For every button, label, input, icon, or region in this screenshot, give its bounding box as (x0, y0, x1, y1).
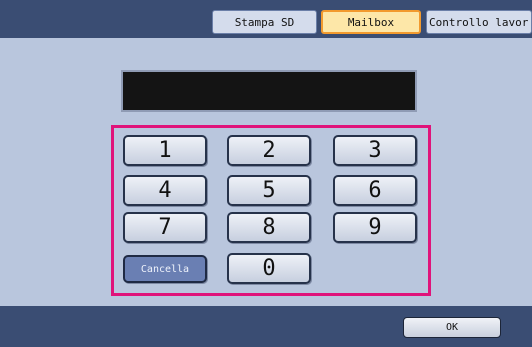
key-3[interactable]: 3 (333, 135, 417, 166)
ok-button[interactable]: OK (403, 317, 501, 338)
tab-controllo-lavori[interactable]: Controllo lavor (426, 10, 532, 34)
key-4[interactable]: 4 (123, 175, 207, 206)
key-8[interactable]: 8 (227, 212, 311, 243)
tab-stampa-sd[interactable]: Stampa SD (212, 10, 317, 34)
key-1[interactable]: 1 (123, 135, 207, 166)
key-2[interactable]: 2 (227, 135, 311, 166)
number-display (121, 70, 417, 112)
tab-mailbox[interactable]: Mailbox (321, 10, 421, 34)
key-6[interactable]: 6 (333, 175, 417, 206)
cancel-button[interactable]: Cancella (123, 255, 207, 283)
key-0[interactable]: 0 (227, 253, 311, 284)
key-5[interactable]: 5 (227, 175, 311, 206)
key-9[interactable]: 9 (333, 212, 417, 243)
key-7[interactable]: 7 (123, 212, 207, 243)
